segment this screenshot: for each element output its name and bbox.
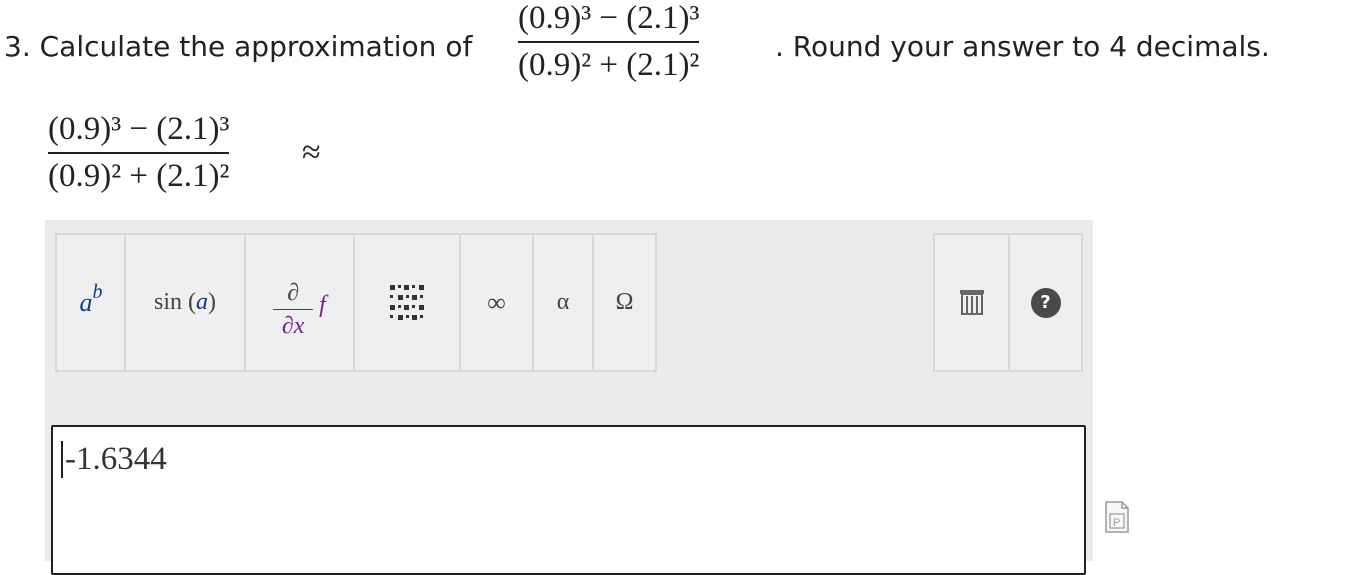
infinity-label: ∞	[487, 287, 506, 317]
partial-denominator: ∂x	[281, 313, 305, 339]
preview-icon[interactable]: P	[1104, 500, 1130, 534]
sin-paren-close: )	[208, 289, 216, 315]
answer-value: -1.6344	[61, 441, 167, 478]
answer-prompt-fraction: (0.9)³ − (2.1)³ (0.9)² + (2.1)²	[48, 111, 230, 194]
approx-symbol: ≈	[302, 134, 321, 171]
infinity-button[interactable]: ∞	[459, 233, 534, 372]
answer-input[interactable]: -1.6344	[51, 425, 1086, 575]
sin-paren-open: (	[188, 289, 196, 315]
question-prefix: 3. Calculate the approximation of	[4, 30, 473, 63]
sin-arg-label: a	[196, 289, 208, 315]
answer-prompt-denominator: (0.9)² + (2.1)²	[48, 158, 230, 194]
matrix-button[interactable]	[353, 233, 461, 372]
sin-fn-label: sin	[153, 289, 182, 315]
omega-label: Ω	[615, 289, 634, 315]
keyboard-toggle-button[interactable]	[933, 233, 1010, 372]
help-icon: ?	[1030, 287, 1061, 318]
sin-button[interactable]: sin (a)	[124, 233, 246, 372]
power-button[interactable]: ab	[55, 233, 127, 372]
matrix-icon	[390, 284, 424, 320]
question-fraction-bar	[518, 41, 700, 43]
question-denominator: (0.9)² + (2.1)²	[518, 47, 700, 83]
derivative-button[interactable]: ∂ ∂x f	[244, 233, 355, 372]
f-symbol: f	[319, 292, 326, 318]
question-numerator: (0.9)³ − (2.1)³	[518, 0, 700, 36]
power-exp-label: b	[92, 281, 103, 303]
greek-lower-button[interactable]: α	[532, 233, 594, 372]
help-button[interactable]: ?	[1008, 233, 1083, 372]
power-base-label: a	[79, 287, 93, 317]
derivative-bar	[273, 309, 314, 310]
keyboard-icon	[959, 289, 984, 315]
partial-numerator: ∂	[287, 280, 300, 306]
question-suffix: . Round your answer to 4 decimals.	[775, 30, 1270, 63]
greek-upper-button[interactable]: Ω	[592, 233, 657, 372]
answer-prompt-fraction-bar	[48, 152, 230, 154]
svg-text:P: P	[1113, 517, 1120, 529]
derivative-fraction: ∂ ∂x	[273, 280, 314, 339]
alpha-label: α	[556, 289, 570, 315]
question-fraction: (0.9)³ − (2.1)³ (0.9)² + (2.1)²	[518, 0, 700, 83]
answer-prompt-numerator: (0.9)³ − (2.1)³	[48, 111, 230, 147]
